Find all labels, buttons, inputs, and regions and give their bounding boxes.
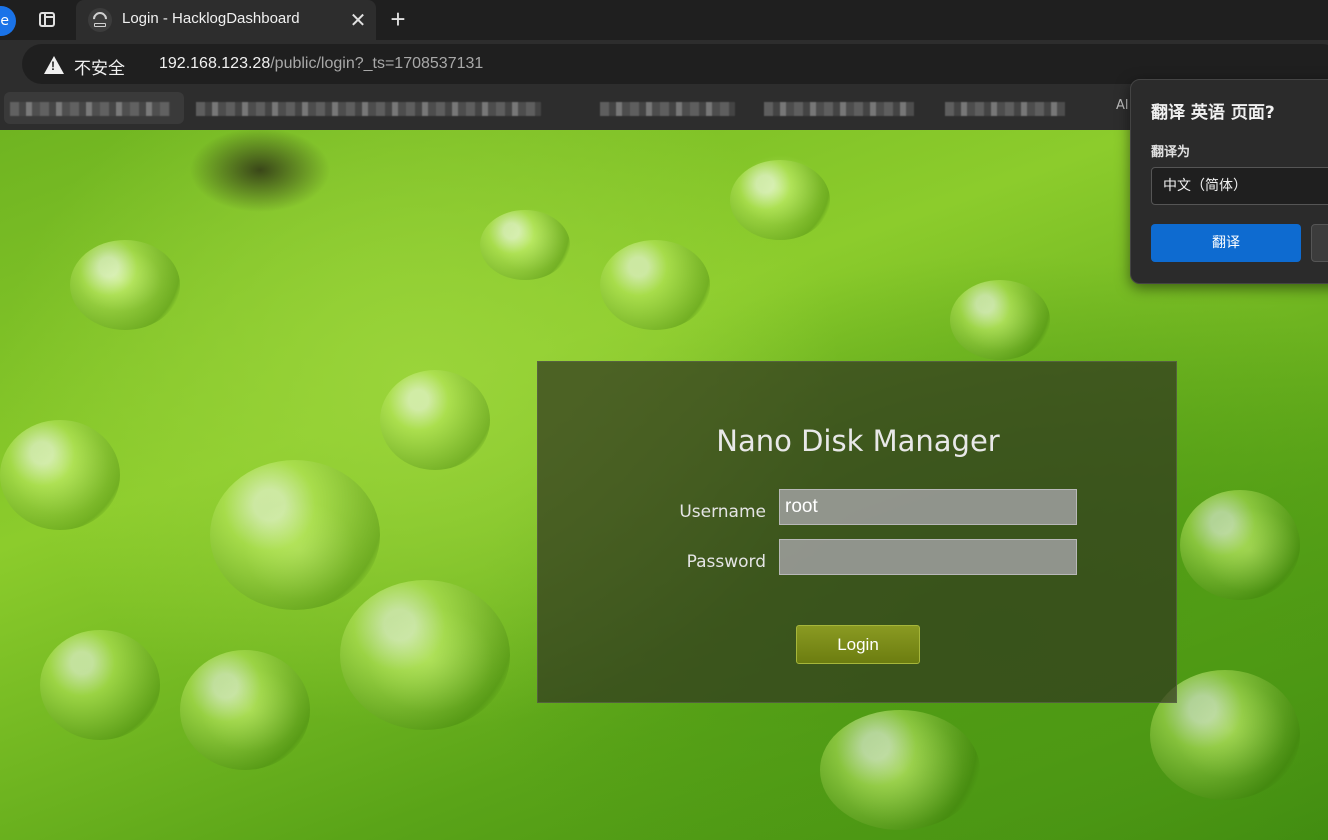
login-panel: Nano Disk Manager Username Password Logi… [537,361,1177,703]
password-input[interactable] [779,539,1077,575]
translate-popup-title: 翻译 英语 页面? [1151,103,1275,123]
bookmark-truncated[interactable]: Al [1116,98,1129,113]
username-input[interactable] [779,489,1077,525]
bookmarks-bar: Al [0,88,1328,130]
security-status[interactable]: 不安全 [74,54,125,79]
water-drop [950,280,1050,360]
water-drop [180,650,310,770]
water-drop [600,240,710,330]
water-drop [820,710,980,830]
water-drop [380,370,490,470]
water-drop [1180,490,1300,600]
water-drop [0,420,120,530]
password-label: Password [686,552,766,572]
bookmark-blurred[interactable] [945,102,1065,116]
close-tab-icon[interactable]: ✕ [346,8,370,32]
bookmark-blurred[interactable] [764,102,914,116]
login-button[interactable]: Login [796,625,920,664]
water-drop [480,210,570,280]
url-text[interactable]: 192.168.123.28/public/login?_ts=17085371… [159,55,483,73]
translate-secondary-button[interactable] [1311,224,1328,262]
tab-title: Login - HacklogDashboard [122,10,300,27]
new-tab-button[interactable]: + [384,6,412,34]
url-host: 192.168.123.28 [159,55,271,72]
water-drop [40,630,160,740]
bookmark-blurred [10,102,170,116]
tab-login[interactable]: Login - HacklogDashboard ✕ [76,0,376,40]
tab-actions-icon[interactable] [34,8,60,32]
water-drop [340,580,510,730]
username-label: Username [679,502,766,522]
tab-strip: e Login - HacklogDashboard ✕ + [0,0,1328,40]
water-drop [210,460,380,610]
address-bar[interactable]: 不安全 192.168.123.28/public/login?_ts=1708… [22,44,1328,84]
profile-avatar[interactable]: e [0,6,16,36]
water-drop [730,160,830,240]
translate-popup: 翻译 英语 页面? 翻译为 中文（简体） 翻译 [1130,79,1328,284]
url-path: /public/login?_ts=1708537131 [270,55,484,72]
translate-target-label: 翻译为 [1151,145,1191,160]
bookmark-blurred[interactable] [600,102,735,116]
router-icon [88,8,112,32]
warning-icon[interactable] [44,56,64,74]
bookmark-blurred[interactable] [196,102,541,116]
translate-language-select[interactable]: 中文（简体） [1151,167,1328,205]
water-drop [70,240,180,330]
translate-button[interactable]: 翻译 [1151,224,1301,262]
app-title: Nano Disk Manager [716,424,1000,458]
browser-toolbar: 不安全 192.168.123.28/public/login?_ts=1708… [0,40,1328,88]
